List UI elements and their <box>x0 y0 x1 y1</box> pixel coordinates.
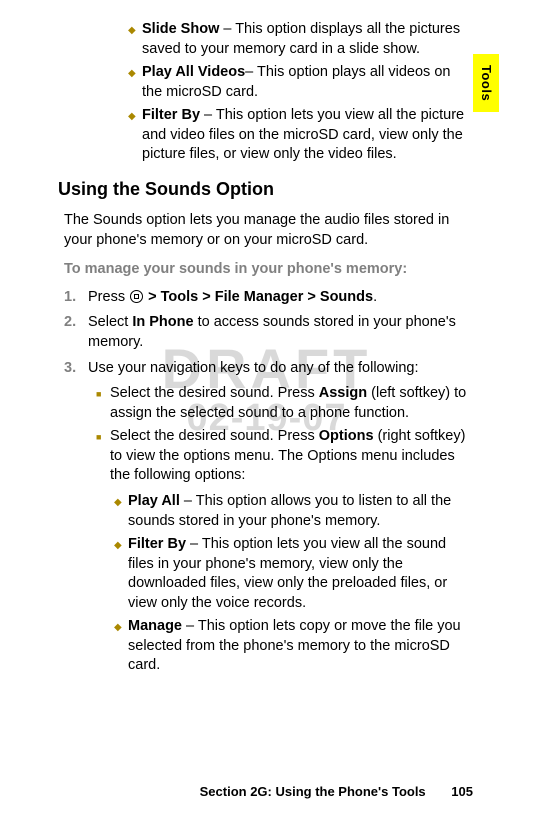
page-content: ◆ Slide Show – This option displays all … <box>70 20 473 684</box>
list-item: 1. Press > Tools > File Manager > Sounds… <box>64 288 473 308</box>
step-number: 1. <box>64 288 88 308</box>
term: Play All Videos <box>142 64 245 80</box>
list-item-text: Select the desired sound. Press Assign (… <box>110 384 473 423</box>
list-item-text: Play All Videos– This option plays all v… <box>142 63 473 102</box>
sep: – <box>182 618 198 634</box>
term: Options <box>319 428 374 444</box>
top-bullet-list: ◆ Slide Show – This option displays all … <box>128 20 473 165</box>
square-icon: ■ <box>96 427 110 680</box>
sep: – <box>219 21 235 37</box>
list-item-text: Slide Show – This option displays all th… <box>142 20 473 59</box>
step-body: Press > Tools > File Manager > Sounds. <box>88 288 473 308</box>
sep: – <box>245 64 257 80</box>
side-tab-tools: Tools <box>473 54 499 112</box>
sub-heading: To manage your sounds in your phone's me… <box>64 260 473 280</box>
sub-bullet-list: ■ Select the desired sound. Press Assign… <box>96 384 473 680</box>
step-body: Use your navigation keys to do any of th… <box>88 359 473 684</box>
list-item: ◆ Filter By – This option lets you view … <box>128 106 473 165</box>
list-item: ◆ Play All Videos– This option plays all… <box>128 63 473 102</box>
numbered-list: 1. Press > Tools > File Manager > Sounds… <box>64 288 473 684</box>
list-item-text: Play All – This option allows you to lis… <box>128 492 473 531</box>
sep: – <box>180 493 196 509</box>
diamond-icon: ◆ <box>128 63 142 102</box>
list-item: 2. Select In Phone to access sounds stor… <box>64 313 473 352</box>
text: Press <box>88 289 129 305</box>
diamond-icon: ◆ <box>114 617 128 676</box>
section-heading: Using the Sounds Option <box>58 177 473 201</box>
term: Filter By <box>142 107 200 123</box>
list-item: ◆ Filter By – This option lets you view … <box>114 535 473 613</box>
term: Manage <box>128 618 182 634</box>
diamond-icon: ◆ <box>128 106 142 165</box>
list-item: ■ Select the desired sound. Press Option… <box>96 427 473 680</box>
step-number: 2. <box>64 313 88 352</box>
diamond-icon: ◆ <box>114 492 128 531</box>
text: Select the desired sound. Press <box>110 385 319 401</box>
term: Play All <box>128 493 180 509</box>
square-icon: ■ <box>96 384 110 423</box>
term: Filter By <box>128 536 186 552</box>
text: Use your navigation keys to do any of th… <box>88 360 418 376</box>
diamond-icon: ◆ <box>128 20 142 59</box>
text: Select <box>88 314 132 330</box>
list-item-text: Select the desired sound. Press Options … <box>110 427 473 680</box>
term: Slide Show <box>142 21 219 37</box>
list-item: ◆ Slide Show – This option displays all … <box>128 20 473 59</box>
nav-key-icon <box>130 290 143 303</box>
step-number: 3. <box>64 359 88 684</box>
side-tab-label: Tools <box>477 65 495 101</box>
text: Select the desired sound. Press <box>110 428 319 444</box>
inner-bullet-list: ◆ Play All – This option allows you to l… <box>114 492 473 676</box>
term: Assign <box>319 385 367 401</box>
list-item: ◆ Play All – This option allows you to l… <box>114 492 473 531</box>
menu-path: > Tools > File Manager > Sounds <box>144 289 373 305</box>
page-number: 105 <box>451 784 473 799</box>
list-item-text: Filter By – This option lets you view al… <box>142 106 473 165</box>
list-item-text: Filter By – This option lets you view al… <box>128 535 473 613</box>
list-item-text: Manage – This option lets copy or move t… <box>128 617 473 676</box>
sep: – <box>200 107 216 123</box>
list-item: 3. Use your navigation keys to do any of… <box>64 359 473 684</box>
list-item: ■ Select the desired sound. Press Assign… <box>96 384 473 423</box>
step-body: Select In Phone to access sounds stored … <box>88 313 473 352</box>
diamond-icon: ◆ <box>114 535 128 613</box>
intro-paragraph: The Sounds option lets you manage the au… <box>64 211 473 250</box>
page-footer: Section 2G: Using the Phone's Tools 105 <box>200 783 473 801</box>
term: In Phone <box>132 314 193 330</box>
list-item: ◆ Manage – This option lets copy or move… <box>114 617 473 676</box>
footer-section: Section 2G: Using the Phone's Tools <box>200 784 426 799</box>
tail: . <box>373 289 377 305</box>
sep: – <box>186 536 202 552</box>
